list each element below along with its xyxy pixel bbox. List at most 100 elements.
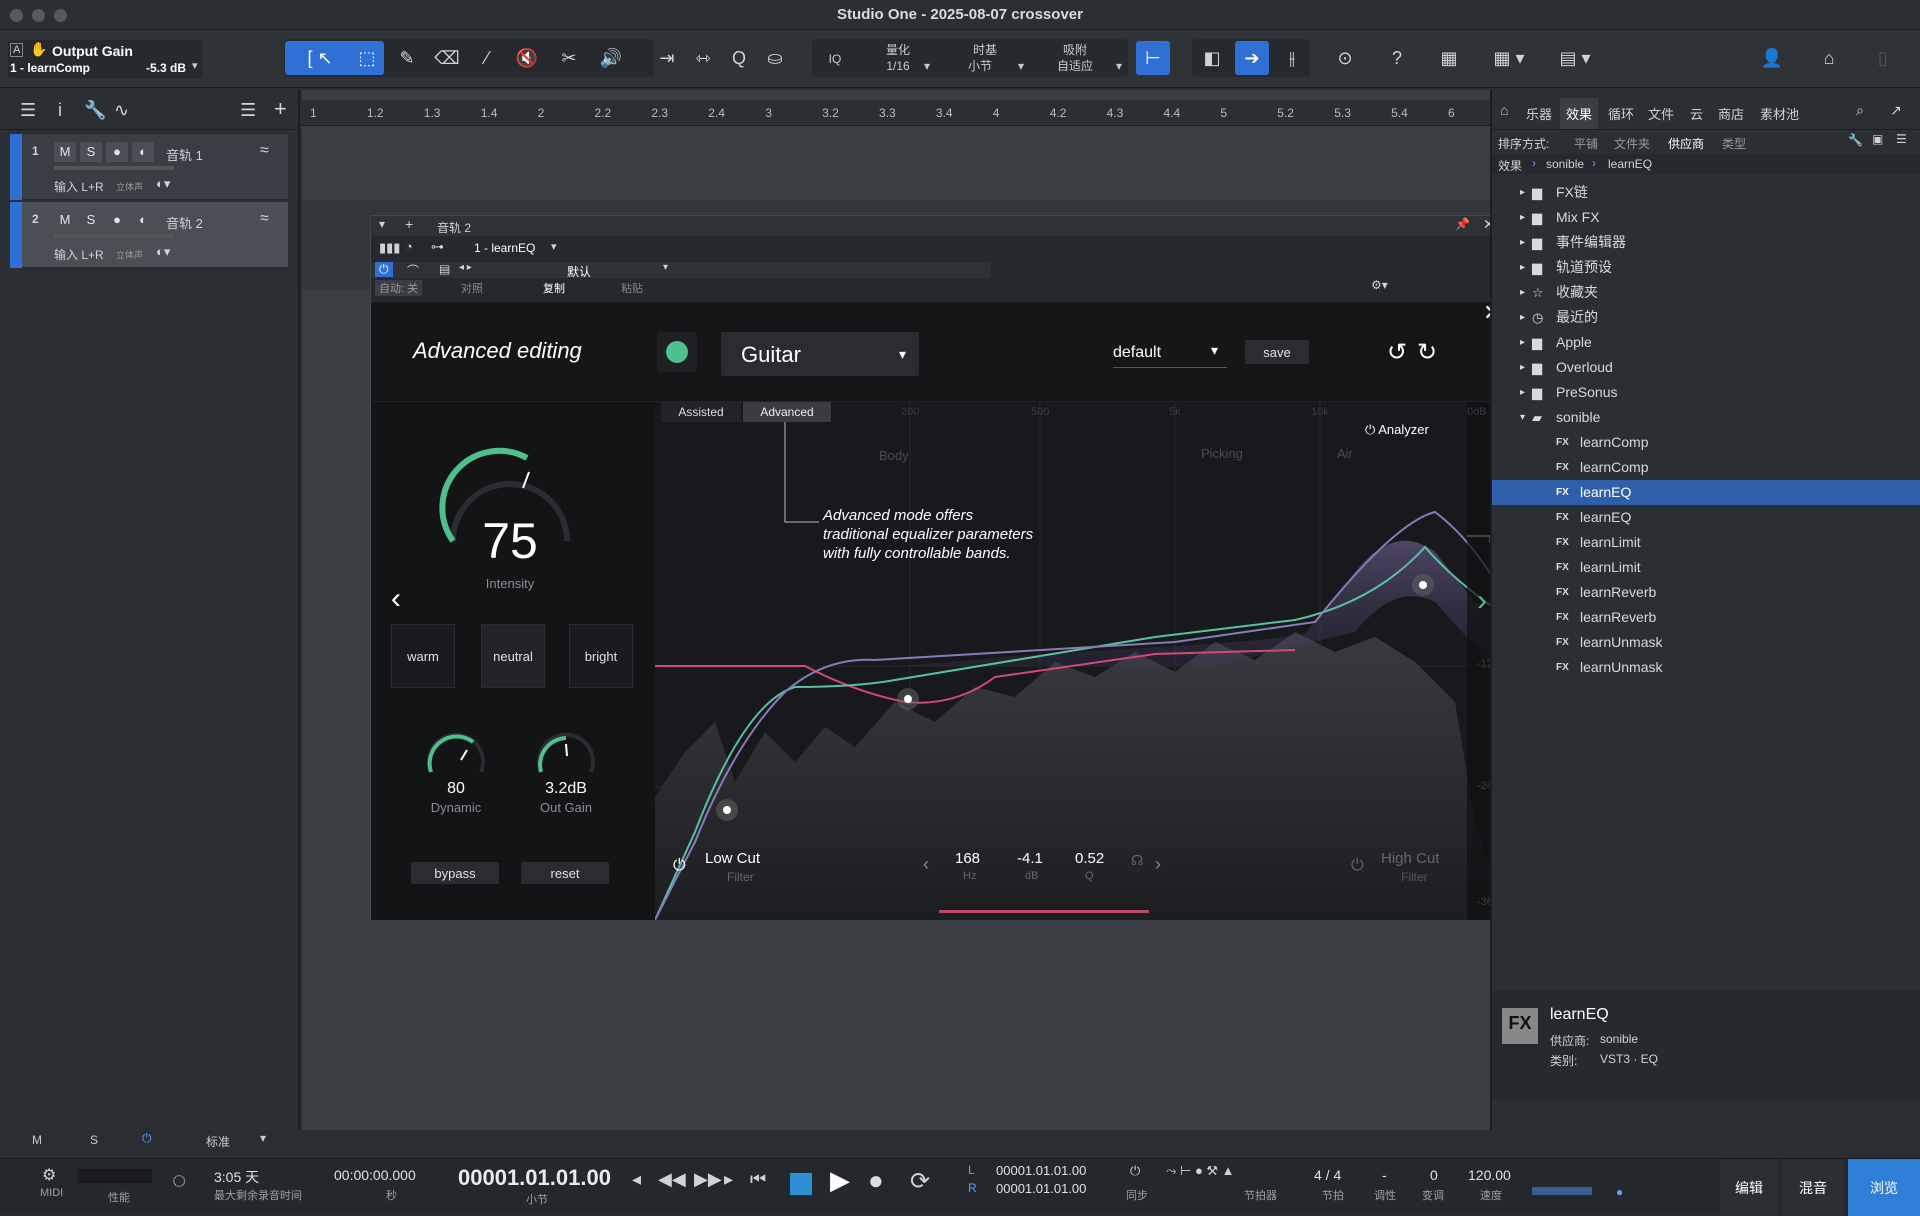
bypass-icon[interactable]: ⌒ [407, 262, 419, 279]
sort-type[interactable]: 类型 [1722, 135, 1746, 152]
chevron-down-icon[interactable]: ▾ [1014, 59, 1028, 74]
chevron-right-icon[interactable]: ▸ [1520, 380, 1525, 405]
help-button[interactable]: ? [1380, 41, 1414, 75]
browser-item[interactable]: ▸ ☆ 收藏夹 [1492, 280, 1920, 305]
edit-button[interactable]: 编辑 [1720, 1159, 1778, 1216]
menu-icon[interactable]: ☰ [20, 100, 36, 121]
browser-item[interactable]: ▸ ▆ FX链 [1492, 180, 1920, 205]
mix-button[interactable]: 混音 [1782, 1159, 1844, 1216]
loop-icon[interactable]: ⟳ [910, 1167, 930, 1196]
console-button[interactable]: ▤ ▾ [1550, 41, 1600, 75]
wrench-icon[interactable]: 🔧 [1848, 133, 1863, 147]
cursor-follow-button[interactable]: ⛀ [758, 41, 792, 75]
solo-button[interactable]: S [80, 210, 102, 230]
chevron-right-icon[interactable]: ▸ [1520, 355, 1525, 380]
browser-item[interactable]: ▸ ▆ Overloud [1492, 355, 1920, 380]
auto-button[interactable]: 自动: 关 [375, 280, 423, 296]
chevron-down-icon[interactable]: ▾ [663, 262, 668, 273]
redo-icon[interactable]: ↻ [1417, 338, 1437, 367]
eraser-tool-button[interactable]: ⌫ [430, 41, 464, 75]
chevron-down-icon[interactable]: ▾ [1112, 59, 1126, 74]
copy-button[interactable]: 复制 [543, 280, 565, 296]
info-icon[interactable]: i [58, 100, 62, 121]
record-arm-button[interactable]: ● [106, 210, 128, 230]
listen-tool-button[interactable]: 🔊 [594, 41, 628, 75]
preset-name[interactable]: 默认 [567, 263, 591, 280]
toggle-icon[interactable]: ◐▾ [156, 244, 170, 260]
chevron-down-icon[interactable]: ▾ [260, 1131, 266, 1145]
browser-item[interactable]: FX learnEQ [1492, 505, 1920, 530]
track-row[interactable]: 2 M S ● ◐ 音轨 2 ≈ 输入 L+R 立体声 ◐▾ [10, 202, 288, 268]
browser-item[interactable]: FX learnReverb [1492, 605, 1920, 630]
power-icon[interactable]: ⏻ [673, 857, 686, 875]
sort-flat[interactable]: 平铺 [1574, 135, 1598, 152]
mute-button[interactable]: M [54, 210, 76, 230]
chevron-right-icon[interactable]: ▸ [1520, 255, 1525, 280]
chevron-down-icon[interactable]: ▾ [192, 59, 198, 72]
sync-icon[interactable]: ⏻ [1130, 1163, 1140, 1179]
timeline-ruler[interactable]: 1 1.2 1.3 1.4 2 2.2 2.3 2.4 3 3.2 3.3 3.4 4 4.2 4.3 4.4… [302, 100, 1490, 126]
volume-slider[interactable] [54, 234, 174, 238]
band-gain[interactable]: -4.1 [1017, 850, 1043, 867]
mute-tool-button[interactable]: 🔇 [510, 41, 544, 75]
chevron-down-icon[interactable]: ▾ [1520, 405, 1525, 430]
wrench-icon[interactable]: 🔧 [84, 100, 106, 121]
loop-start-button[interactable]: ◧ [1195, 41, 1229, 75]
search-icon[interactable]: ⌕ [1856, 102, 1864, 119]
reset-button[interactable]: reset [521, 862, 609, 884]
tone-warm-button[interactable]: warm [391, 624, 455, 688]
home-icon[interactable]: ⌂ [1500, 102, 1508, 118]
breadcrumb-item[interactable]: learnEQ [1608, 157, 1652, 171]
tab-loops[interactable]: 循环 [1608, 104, 1634, 123]
chevron-right-icon[interactable]: ▸ [1520, 180, 1525, 205]
bypass-button[interactable]: bypass [411, 862, 499, 884]
view-mode[interactable]: 标准 [206, 1133, 230, 1150]
browser-item[interactable]: FX learnLimit [1492, 555, 1920, 580]
stop-button[interactable] [790, 1173, 812, 1195]
capture-button[interactable]: ⊙ [1328, 41, 1362, 75]
tab-shop[interactable]: 商店 [1718, 104, 1744, 123]
play-icon[interactable]: ▶ [830, 1165, 850, 1196]
browser-item[interactable]: FX learnEQ [1492, 480, 1920, 505]
volume-knob-icon[interactable]: ● [1616, 1185, 1623, 1199]
track-name[interactable]: 音轨 2 [166, 213, 203, 232]
tab-instruments[interactable]: 乐器 [1526, 104, 1552, 123]
bars-display[interactable]: 00001.01.01.00 [458, 1165, 611, 1191]
gear-icon[interactable]: ⚙▾ [1371, 278, 1388, 292]
inspector-value-box[interactable]: A ✋ Output Gain 1 - learnComp -5.3 dB ▾ [8, 40, 203, 78]
breadcrumb-item[interactable]: 效果 [1498, 157, 1522, 174]
compare-button[interactable]: 对照 [461, 280, 483, 296]
browser-item[interactable]: FX learnReverb [1492, 580, 1920, 605]
chevron-down-icon[interactable]: ▾ [920, 59, 934, 74]
chevron-right-icon[interactable]: ▸ [1520, 330, 1525, 355]
chevron-right-icon[interactable]: › [1477, 584, 1487, 618]
tone-bright-button[interactable]: bright [569, 624, 633, 688]
record-icon[interactable]: ● [868, 1165, 884, 1196]
tab-pool[interactable]: 素材池 [1760, 104, 1799, 123]
paste-button[interactable]: 粘贴 [621, 280, 643, 296]
breadcrumb-item[interactable]: sonible [1546, 157, 1584, 171]
routing-icon[interactable]: ⊶ [431, 239, 444, 255]
eq-graph[interactable] [655, 402, 1507, 920]
browser-item[interactable]: FX learnUnmask [1492, 630, 1920, 655]
browser-item[interactable]: ▸ ▆ Apple [1492, 330, 1920, 355]
chevron-right-icon[interactable]: ▸ [1520, 305, 1525, 330]
chevron-right-icon[interactable]: › [1155, 854, 1161, 875]
time-signature[interactable]: 4 / 4 [1314, 1167, 1341, 1183]
toggle-icon[interactable]: ◐▾ [156, 176, 170, 192]
eq-display[interactable]: Assisted Advanced 200 500 5k 10k 0dB -12… [655, 402, 1507, 920]
mute-button[interactable]: M [54, 142, 76, 162]
split-marker-button[interactable]: ⫲ [1275, 41, 1309, 75]
left-locator[interactable]: 00001.01.01.00 [996, 1163, 1086, 1178]
browser-item[interactable]: ▸ ▆ Mix FX [1492, 205, 1920, 230]
sort-folder[interactable]: 文件夹 [1614, 135, 1650, 152]
autoscroll-button[interactable]: ➔ [1235, 41, 1269, 75]
band-q[interactable]: 0.52 [1075, 850, 1104, 867]
tab-advanced[interactable]: Advanced [743, 402, 831, 422]
tempo-value[interactable]: 120.00 [1468, 1167, 1511, 1183]
undo-icon[interactable]: ↺ [1387, 338, 1407, 367]
window-icon[interactable]: ▣ [1872, 132, 1883, 146]
out-gain-knob[interactable] [531, 728, 601, 778]
prev-preset-icon[interactable]: ◂ ▸ [459, 262, 472, 273]
preset-select[interactable]: default ▾ [1113, 340, 1227, 368]
